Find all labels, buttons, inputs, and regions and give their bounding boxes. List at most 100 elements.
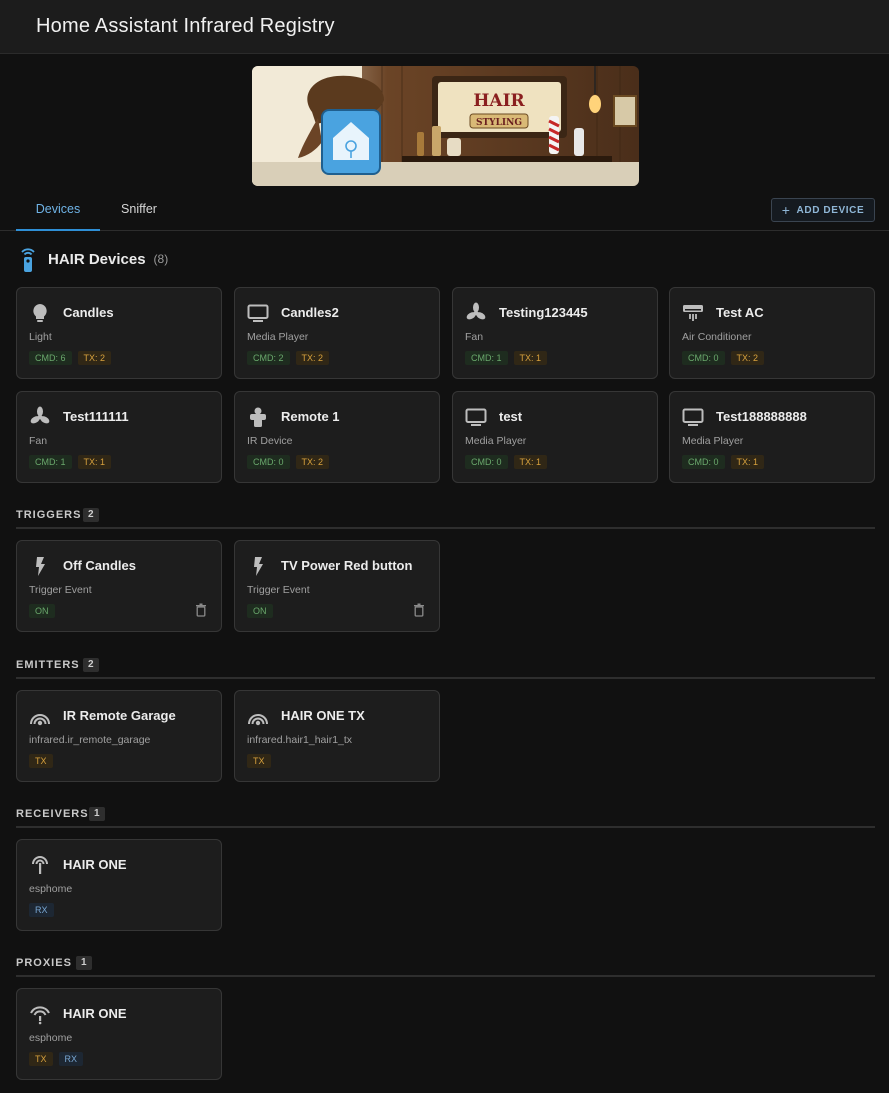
device-type: Light — [29, 331, 52, 343]
command-count-badge: CMD: 0 — [247, 455, 290, 469]
proxy-platform: esphome — [29, 1032, 73, 1044]
triggers-section-header: TRIGGERS 2 — [16, 507, 875, 529]
device-type: Media Player — [682, 435, 744, 447]
receivers-section-header: RECEIVERS 1 — [16, 806, 875, 828]
top-app-bar: Home Assistant Infrared Registry — [0, 0, 889, 54]
banner-sign-hair: HAIR — [473, 91, 525, 111]
emitter-card[interactable]: HAIR ONE TX infrared.hair1_hair1_tx TX — [234, 690, 440, 782]
transmit-count-badge: TX: 2 — [77, 351, 112, 365]
emitter-icon — [29, 705, 51, 727]
receiver-name: HAIR ONE — [63, 857, 127, 872]
section-title: RECEIVERS — [16, 808, 89, 820]
plus-icon: + — [781, 202, 791, 218]
tab-bar: Devices Sniffer — [0, 190, 889, 231]
transmit-count-badge: TX: 1 — [730, 455, 765, 469]
trigger-card[interactable]: TV Power Red button Trigger Event ON — [234, 540, 440, 632]
delete-icon[interactable] — [195, 603, 207, 617]
proxy-card[interactable]: HAIR ONE esphome TX RX — [16, 988, 222, 1080]
device-name: Test AC — [716, 305, 764, 320]
lightbulb-icon — [29, 302, 51, 324]
receiver-card[interactable]: HAIR ONE esphome RX — [16, 839, 222, 931]
transmit-count-badge: TX: 1 — [77, 455, 112, 469]
emitter-name: IR Remote Garage — [63, 708, 176, 723]
section-title: PROXIES — [16, 957, 72, 969]
remote-control-icon — [16, 246, 40, 272]
rx-badge: RX — [58, 1052, 84, 1066]
emitter-card[interactable]: IR Remote Garage infrared.ir_remote_gara… — [16, 690, 222, 782]
tab-sniffer[interactable]: Sniffer — [104, 190, 174, 231]
device-card[interactable]: Testing123445 Fan CMD: 1 TX: 1 — [452, 287, 658, 379]
device-type: Fan — [29, 435, 48, 447]
banner-sign-styling: STYLING — [476, 118, 522, 128]
add-device-button[interactable]: + ADD DEVICE — [771, 198, 875, 222]
fan-icon — [465, 302, 487, 324]
lightning-icon — [247, 555, 269, 577]
device-name: Test111111 — [63, 409, 129, 424]
tx-badge: TX — [29, 754, 53, 768]
transmit-count-badge: TX: 1 — [513, 455, 548, 469]
command-count-badge: CMD: 0 — [682, 455, 725, 469]
proxy-name: HAIR ONE — [63, 1006, 127, 1021]
air-conditioner-icon — [682, 302, 704, 324]
tv-icon — [247, 302, 269, 324]
tx-badge: TX — [29, 1052, 53, 1066]
section-title: TRIGGERS — [16, 509, 82, 521]
device-card[interactable]: Test111111 Fan CMD: 1 TX: 1 — [16, 391, 222, 483]
device-card[interactable]: Candles Light CMD: 6 TX: 2 — [16, 287, 222, 379]
devices-section-header: HAIR Devices (8) — [16, 246, 168, 272]
devices-section-count: (8) — [153, 252, 169, 266]
transmit-count-badge: TX: 1 — [513, 351, 548, 365]
device-card[interactable]: Test AC Air Conditioner CMD: 0 TX: 2 — [669, 287, 875, 379]
device-name: Candles — [63, 305, 114, 320]
emitters-section-header: EMITTERS 2 — [16, 657, 875, 679]
command-count-badge: CMD: 1 — [29, 455, 72, 469]
transmit-count-badge: TX: 2 — [295, 351, 330, 365]
device-type: Fan — [465, 331, 484, 343]
device-card[interactable]: test Media Player CMD: 0 TX: 1 — [452, 391, 658, 483]
device-name: Testing123445 — [499, 305, 588, 320]
lightning-icon — [29, 555, 51, 577]
device-card[interactable]: Candles2 Media Player CMD: 2 TX: 2 — [234, 287, 440, 379]
receiver-icon — [29, 854, 51, 876]
device-card[interactable]: Remote 1 IR Device CMD: 0 TX: 2 — [234, 391, 440, 483]
rx-badge: RX — [29, 903, 54, 917]
proxy-icon — [29, 1003, 51, 1025]
command-count-badge: CMD: 6 — [29, 351, 72, 365]
command-count-badge: CMD: 0 — [682, 351, 725, 365]
devices-section-title: HAIR Devices — [48, 250, 146, 268]
command-count-badge: CMD: 2 — [247, 351, 290, 365]
tab-devices[interactable]: Devices — [16, 190, 100, 231]
transmit-count-badge: TX: 2 — [730, 351, 765, 365]
device-name: Candles2 — [281, 305, 339, 320]
trigger-state-badge: ON — [247, 604, 273, 618]
receiver-platform: esphome — [29, 883, 73, 895]
app-title: Home Assistant Infrared Registry — [36, 15, 335, 37]
trigger-type: Trigger Event — [247, 584, 310, 596]
section-count-badge: 2 — [83, 508, 99, 522]
device-card[interactable]: Test188888888 Media Player CMD: 0 TX: 1 — [669, 391, 875, 483]
device-type: IR Device — [247, 435, 293, 447]
proxies-section-header: PROXIES 1 — [16, 955, 875, 977]
trigger-card[interactable]: Off Candles Trigger Event ON — [16, 540, 222, 632]
device-type: Air Conditioner — [682, 331, 752, 343]
fan-icon — [29, 406, 51, 428]
add-device-label: ADD DEVICE — [796, 204, 865, 216]
emitter-entity-id: infrared.hair1_hair1_tx — [247, 734, 353, 746]
device-name: Test188888888 — [716, 409, 807, 424]
device-name: Remote 1 — [281, 409, 340, 424]
trigger-name: TV Power Red button — [281, 558, 413, 573]
section-title: EMITTERS — [16, 659, 80, 671]
section-count-badge: 1 — [89, 807, 105, 821]
delete-icon[interactable] — [413, 603, 425, 617]
device-type: Media Player — [247, 331, 309, 343]
emitter-icon — [247, 705, 269, 727]
trigger-name: Off Candles — [63, 558, 136, 573]
command-count-badge: CMD: 1 — [465, 351, 508, 365]
emitter-entity-id: infrared.ir_remote_garage — [29, 734, 151, 746]
section-count-badge: 2 — [83, 658, 99, 672]
transmit-count-badge: TX: 2 — [295, 455, 330, 469]
tv-icon — [465, 406, 487, 428]
device-type: Media Player — [465, 435, 527, 447]
device-name: test — [499, 409, 523, 424]
trigger-type: Trigger Event — [29, 584, 92, 596]
